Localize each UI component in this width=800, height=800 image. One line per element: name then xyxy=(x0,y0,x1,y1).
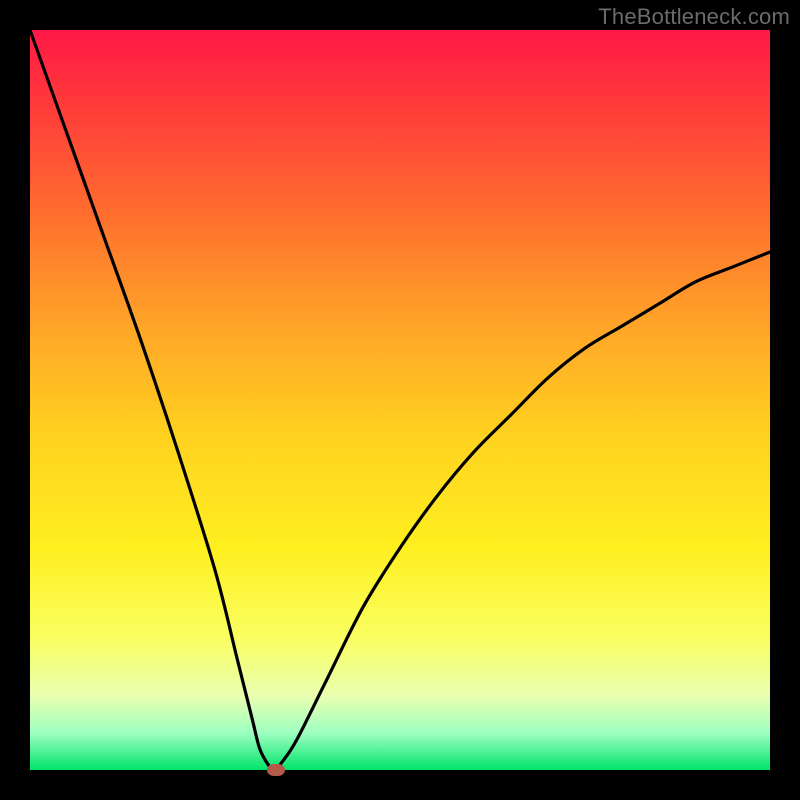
plot-area xyxy=(30,30,770,770)
minimum-marker xyxy=(267,764,285,776)
watermark-text: TheBottleneck.com xyxy=(598,4,790,30)
bottleneck-curve xyxy=(30,30,770,770)
chart-frame: TheBottleneck.com xyxy=(0,0,800,800)
curve-path xyxy=(30,30,770,770)
